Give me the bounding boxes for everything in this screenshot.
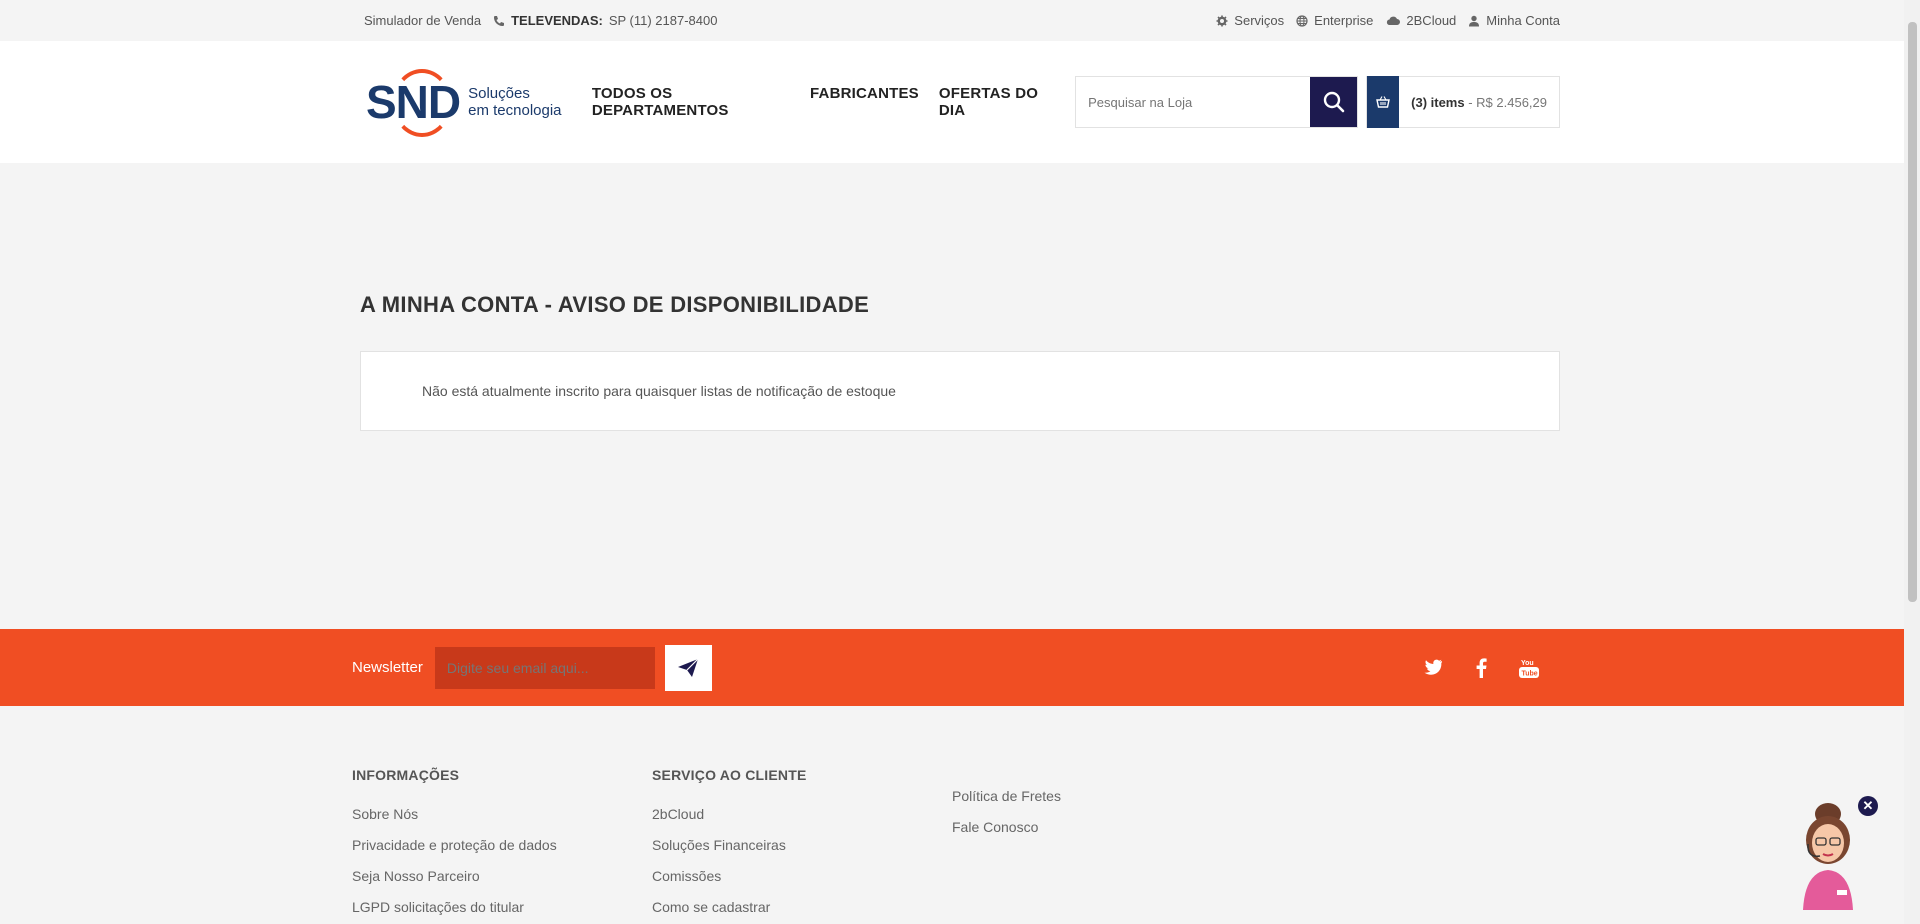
cart-button[interactable]: (3) items - R$ 2.456,29 bbox=[1366, 76, 1560, 128]
footer-link-parceiro[interactable]: Seja Nosso Parceiro bbox=[352, 867, 652, 886]
televendas-phone: SP (11) 2187-8400 bbox=[608, 13, 718, 28]
paper-plane-icon bbox=[678, 658, 699, 677]
services-label: Serviços bbox=[1234, 13, 1285, 28]
top-bar: Simulador de Venda TELEVENDAS: SP (11) 2… bbox=[0, 0, 1920, 41]
search-button[interactable] bbox=[1310, 77, 1358, 127]
main-nav: TODOS OS DEPARTAMENTOS FABRICANTES OFERT… bbox=[592, 85, 1055, 119]
globe-icon bbox=[1296, 14, 1308, 27]
page-title: A MINHA CONTA - AVISO DE DISPONIBILIDADE bbox=[360, 292, 870, 317]
2bcloud-label: 2BCloud bbox=[1406, 13, 1457, 28]
svg-text:Tube: Tube bbox=[1522, 670, 1538, 677]
chat-assistant-widget[interactable]: ✕ bbox=[1793, 796, 1878, 910]
footer-link-como-cadastrar[interactable]: Como se cadastrar bbox=[652, 898, 952, 917]
logo-tagline: Soluções em tecnologia bbox=[468, 85, 561, 119]
newsletter-band: Newsletter You Tube bbox=[0, 629, 1904, 706]
youtube-icon[interactable]: You Tube bbox=[1518, 657, 1540, 679]
search-input[interactable] bbox=[1076, 77, 1311, 127]
services-link[interactable]: Serviços bbox=[1216, 13, 1284, 28]
main-content: A MINHA CONTA - AVISO DE DISPONIBILIDADE… bbox=[360, 163, 1560, 431]
close-icon[interactable]: ✕ bbox=[1858, 796, 1878, 816]
simulator-link[interactable]: Simulador de Venda bbox=[364, 13, 481, 28]
logo-tagline-line-1: Soluções bbox=[468, 85, 530, 102]
phone-icon bbox=[494, 15, 505, 26]
footer-link-lgpd[interactable]: LGPD solicitações do titular bbox=[352, 898, 652, 917]
nav-all-departments[interactable]: TODOS OS DEPARTAMENTOS bbox=[592, 85, 790, 119]
footer-link-2bcloud[interactable]: 2bCloud bbox=[652, 805, 952, 824]
newsletter-send-button[interactable] bbox=[664, 644, 712, 691]
facebook-icon[interactable] bbox=[1470, 657, 1492, 679]
search-box bbox=[1075, 76, 1359, 128]
televendas-label: TELEVENDAS: bbox=[511, 13, 603, 28]
footer-link-politica-fretes[interactable]: Política de Fretes bbox=[952, 787, 1252, 806]
footer-link-solucoes-financeiras[interactable]: Soluções Financeiras bbox=[652, 836, 952, 855]
stock-notice-box: Não está atualmente inscrito para quaisq… bbox=[360, 351, 1560, 431]
footer-link-comissoes[interactable]: Comissões bbox=[652, 867, 952, 886]
scrollbar[interactable] bbox=[1904, 0, 1920, 924]
logo-tagline-line-2: em tecnologia bbox=[468, 102, 562, 119]
cart-summary: (3) items - R$ 2.456,29 bbox=[1399, 95, 1559, 110]
newsletter-email-input[interactable] bbox=[434, 646, 655, 689]
footer-link-privacidade[interactable]: Privacidade e proteção de dados bbox=[352, 836, 652, 855]
enterprise-link[interactable]: Enterprise bbox=[1296, 13, 1373, 28]
nav-manufacturers[interactable]: FABRICANTES bbox=[810, 85, 919, 119]
footer-link-sobre-nos[interactable]: Sobre Nós bbox=[352, 805, 652, 824]
account-link[interactable]: Minha Conta bbox=[1468, 13, 1560, 28]
televendas: TELEVENDAS: SP (11) 2187-8400 bbox=[493, 13, 717, 28]
assistant-avatar-icon bbox=[1803, 803, 1853, 910]
svg-text:You: You bbox=[1521, 660, 1534, 667]
logo-ring bbox=[392, 69, 452, 137]
cloud-icon bbox=[1387, 16, 1401, 25]
scrollbar-thumb[interactable] bbox=[1908, 22, 1917, 602]
header: SND Soluções em tecnologia TODOS OS DEPA… bbox=[0, 41, 1920, 163]
basket-icon bbox=[1367, 76, 1400, 128]
newsletter-label: Newsletter bbox=[352, 659, 423, 676]
footer: INFORMAÇÕES Sobre Nós Privacidade e prot… bbox=[0, 706, 1904, 924]
footer-col-servico: SERVIÇO AO CLIENTE 2bCloud Soluções Fina… bbox=[652, 767, 952, 924]
account-label: Minha Conta bbox=[1486, 13, 1560, 28]
enterprise-label: Enterprise bbox=[1314, 13, 1374, 28]
footer-col-informacoes: INFORMAÇÕES Sobre Nós Privacidade e prot… bbox=[352, 767, 652, 924]
user-icon bbox=[1469, 15, 1480, 26]
stock-notice-text: Não está atualmente inscrito para quaisq… bbox=[422, 383, 896, 399]
social-links: You Tube bbox=[1422, 657, 1540, 679]
twitter-icon[interactable] bbox=[1422, 657, 1444, 679]
2bcloud-link[interactable]: 2BCloud bbox=[1385, 13, 1456, 28]
cart-items: (3) items bbox=[1411, 94, 1465, 110]
footer-link-fale-conosco[interactable]: Fale Conosco bbox=[952, 818, 1252, 837]
cart-total: - R$ 2.456,29 bbox=[1464, 94, 1547, 110]
gear-icon bbox=[1216, 15, 1228, 26]
search-icon bbox=[1323, 91, 1344, 113]
footer-heading-servico: SERVIÇO AO CLIENTE bbox=[652, 767, 807, 783]
nav-daily-offers[interactable]: OFERTAS DO DIA bbox=[939, 85, 1055, 119]
logo-mark: SND bbox=[366, 69, 461, 137]
logo[interactable]: SND Soluções em tecnologia bbox=[360, 69, 592, 137]
footer-col-extra: Política de Fretes Fale Conosco bbox=[952, 767, 1252, 924]
footer-heading-informacoes: INFORMAÇÕES bbox=[352, 767, 460, 783]
